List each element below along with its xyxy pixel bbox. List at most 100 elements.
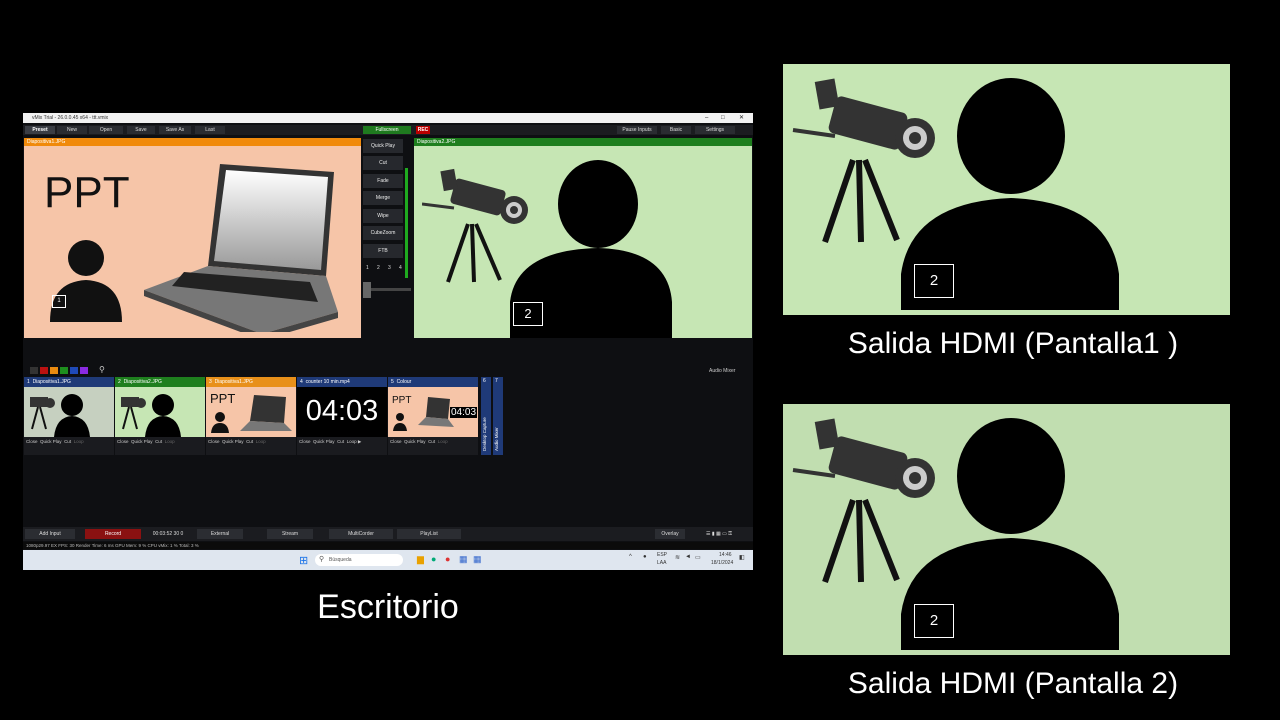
minimize-icon[interactable]: –: [705, 113, 708, 123]
record-button[interactable]: Record: [85, 529, 141, 539]
input-tile-collapsed[interactable]: 6 Desktop Capture: [481, 377, 491, 455]
input-tile[interactable]: 5 Colour PPT 04:03 Close Quick Play Cut …: [388, 377, 478, 455]
edge-icon[interactable]: ●: [431, 554, 436, 564]
notification-icon[interactable]: ◧: [739, 554, 745, 561]
maximize-icon[interactable]: □: [721, 113, 725, 123]
countdown-overlay: 04:03: [450, 407, 478, 418]
app-icon[interactable]: ▦: [473, 554, 482, 565]
person-icon: [50, 240, 122, 322]
ppt-text: PPT: [44, 168, 130, 217]
close-button[interactable]: Close: [208, 439, 220, 444]
cut-button[interactable]: Cut: [64, 439, 71, 444]
file-explorer-icon[interactable]: ▆: [417, 554, 424, 565]
merge-button[interactable]: Merge: [363, 191, 403, 205]
menu-open[interactable]: Open: [89, 126, 123, 134]
output-slide[interactable]: 2: [414, 146, 752, 338]
menu-last[interactable]: Last: [195, 126, 225, 134]
store-icon[interactable]: ▦: [459, 554, 468, 565]
transition-number[interactable]: 4: [399, 265, 402, 271]
rec-indicator: REC: [416, 126, 430, 134]
cubezoom-button[interactable]: CubeZoom: [363, 226, 403, 240]
transition-number[interactable]: 3: [388, 265, 391, 271]
play-icon[interactable]: ▶: [358, 439, 361, 444]
cut-button[interactable]: Cut: [337, 439, 344, 444]
fullscreen-button[interactable]: Fullscreen: [363, 126, 411, 134]
cut-button[interactable]: Cut: [428, 439, 435, 444]
close-button[interactable]: Close: [117, 439, 129, 444]
battery-icon[interactable]: ▭: [695, 554, 701, 561]
playlist-button[interactable]: PlayList: [397, 529, 461, 539]
quick-play-button[interactable]: Quick Play: [222, 439, 244, 444]
menu-save[interactable]: Save: [127, 126, 155, 134]
windows-start-icon[interactable]: ⊞: [299, 554, 308, 567]
menu-new[interactable]: New: [57, 126, 87, 134]
quick-play-button[interactable]: Quick Play: [40, 439, 62, 444]
color-filter[interactable]: [40, 367, 48, 374]
close-button[interactable]: Close: [299, 439, 311, 444]
tray-chevron-icon[interactable]: ^: [629, 554, 632, 560]
quick-play-button[interactable]: Quick Play: [404, 439, 426, 444]
preview-badge: 1: [52, 295, 66, 308]
close-button[interactable]: Close: [390, 439, 402, 444]
fade-button[interactable]: Fade: [363, 174, 403, 188]
chrome-icon[interactable]: ●: [445, 554, 450, 564]
close-icon[interactable]: ✕: [739, 113, 744, 123]
countdown-time: 04:03: [305, 395, 379, 427]
loop-button[interactable]: Loop: [347, 439, 357, 444]
basic-button[interactable]: Basic: [661, 126, 691, 134]
loop-button[interactable]: Loop: [438, 439, 448, 444]
loop-button[interactable]: Loop: [74, 439, 84, 444]
color-filter[interactable]: [60, 367, 68, 374]
ftb-button[interactable]: FTB: [363, 244, 403, 258]
menu-preset[interactable]: Preset: [25, 126, 55, 134]
cut-button[interactable]: Cut: [246, 439, 253, 444]
search-icon[interactable]: ⚲: [99, 365, 105, 374]
transition-number[interactable]: 1: [366, 265, 369, 271]
external-button[interactable]: External: [197, 529, 243, 539]
input-tile[interactable]: 4 counter 10 min.mp4 04:03 Close Quick P…: [297, 377, 387, 455]
t-bar-handle[interactable]: [363, 282, 371, 298]
cut-button[interactable]: Cut: [363, 156, 403, 170]
hdmi-badge: 2: [914, 264, 954, 298]
svg-text:PPT: PPT: [210, 391, 235, 406]
output-panel: Diapositiva2.JPG 2: [414, 138, 752, 338]
pause-inputs-button[interactable]: Pause Inputs: [617, 126, 657, 134]
speaker-icon[interactable]: ◄: [685, 554, 691, 560]
quick-play-button[interactable]: Quick Play: [131, 439, 153, 444]
caption-hdmi-2: Salida HDMI (Pantalla 2): [847, 667, 1179, 700]
quick-play-button[interactable]: Quick Play: [313, 439, 335, 444]
loop-button[interactable]: Loop: [256, 439, 266, 444]
input-controls: Close Quick Play Cut Loop: [26, 439, 114, 444]
clock-time[interactable]: 14:46: [719, 552, 732, 558]
loop-button[interactable]: Loop: [165, 439, 175, 444]
taskbar-search[interactable]: ⚲ Búsqueda: [315, 554, 403, 566]
wipe-button[interactable]: Wipe: [363, 209, 403, 223]
performance-bar: 1080p29.97 EX FPS: 30 Render Time: 6 ms …: [23, 542, 753, 549]
color-filter[interactable]: [70, 367, 78, 374]
multicorder-button[interactable]: MultiCorder: [329, 529, 393, 539]
stream-button[interactable]: Stream: [267, 529, 313, 539]
clock-date: 18/1/2024: [711, 560, 734, 566]
input-tile[interactable]: 2 Diapositiva2.JPG Close Quick Play Cut …: [115, 377, 205, 455]
color-filter[interactable]: [80, 367, 88, 374]
color-filter[interactable]: [30, 367, 38, 374]
mic-icon[interactable]: ●: [643, 554, 647, 560]
cut-button[interactable]: Cut: [155, 439, 162, 444]
quick-play-button[interactable]: Quick Play: [363, 139, 403, 153]
wifi-icon[interactable]: ≋: [675, 554, 680, 561]
audio-mixer-label[interactable]: Audio Mixer: [709, 368, 735, 374]
input-tile[interactable]: 1 Diapositiva1.JPG Close Quick Play Cut …: [24, 377, 114, 455]
close-button[interactable]: Close: [26, 439, 38, 444]
settings-button[interactable]: Settings: [695, 126, 735, 134]
transition-number[interactable]: 2: [377, 265, 380, 271]
input-tile[interactable]: 3 Diapositiva1.JPG PPT Close Quick Play …: [206, 377, 296, 455]
language-indicator-2: LAA: [657, 560, 667, 566]
menu-save-as[interactable]: Save As: [159, 126, 191, 134]
add-input-button[interactable]: Add Input: [25, 529, 75, 539]
language-indicator[interactable]: ESP: [657, 552, 667, 558]
preview-slide[interactable]: PPT 1: [24, 146, 361, 338]
overlay-button[interactable]: Overlay: [655, 529, 685, 539]
transition-numbers: 1 2 3 4: [363, 262, 407, 274]
color-filter[interactable]: [50, 367, 58, 374]
input-tile-collapsed[interactable]: 7 Audio Mixer: [493, 377, 503, 455]
